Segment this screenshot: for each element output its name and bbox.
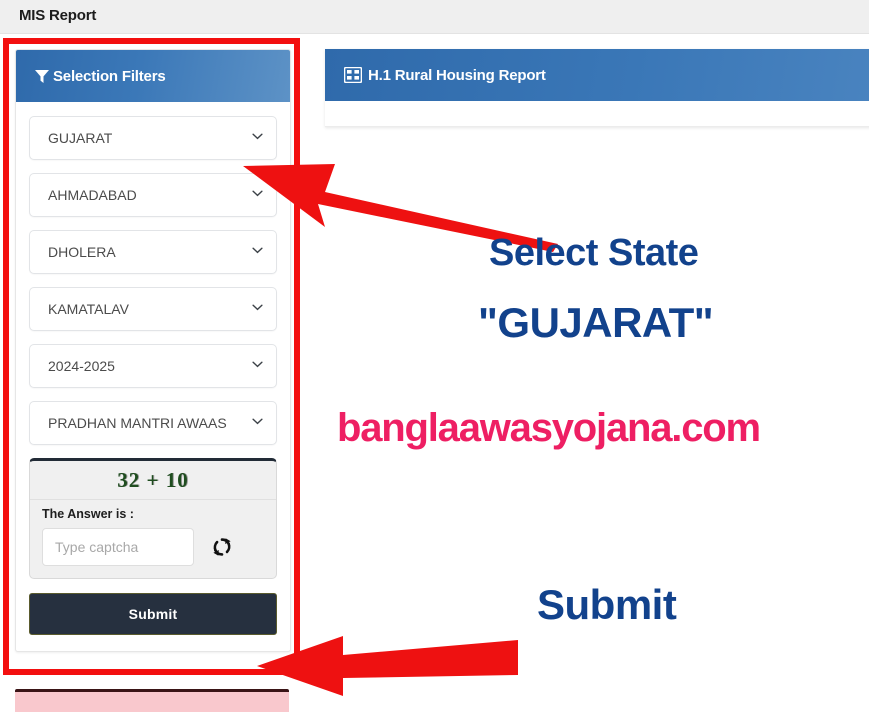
captcha-input-row [42, 528, 264, 566]
red-arrow-pointing-left [257, 636, 518, 696]
report-card-title: H.1 Rural Housing Report [368, 66, 546, 84]
financial-year-select-wrapper: 2024-2025 [29, 344, 277, 388]
selection-filters-card: Selection Filters GUJARAT AHMADABAD DHOL… [15, 49, 291, 652]
refresh-icon[interactable] [211, 536, 233, 558]
block-select[interactable]: DHOLERA [29, 230, 277, 274]
district-select-wrapper: AHMADABAD [29, 173, 277, 217]
panchayat-select-wrapper: KAMATALAV [29, 287, 277, 331]
block-select-wrapper: DHOLERA [29, 230, 277, 274]
panchayat-select[interactable]: KAMATALAV [29, 287, 277, 331]
captcha-answer-row: The Answer is : [30, 500, 276, 578]
page-title: MIS Report [19, 7, 97, 24]
rural-housing-report-card: H.1 Rural Housing Report [325, 49, 869, 127]
table-grid-icon [343, 66, 363, 84]
financial-year-select[interactable]: 2024-2025 [29, 344, 277, 388]
page-canvas: Selection Filters GUJARAT AHMADABAD DHOL… [0, 34, 869, 712]
captcha-block: 32 + 10 The Answer is : [29, 458, 277, 579]
state-select-wrapper: GUJARAT [29, 116, 277, 160]
annotation-select-state-line1: Select State [489, 232, 699, 274]
annotation-submit-callout: Submit [537, 581, 677, 628]
district-select[interactable]: AHMADABAD [29, 173, 277, 217]
state-select[interactable]: GUJARAT [29, 116, 277, 160]
bottom-pink-panel [15, 689, 289, 712]
report-card-body [325, 101, 869, 127]
watermark-text: banglaawasyojana.com [337, 406, 761, 450]
selection-filters-body: GUJARAT AHMADABAD DHOLERA KAMATALAV 2024… [16, 102, 290, 651]
app-top-bar: MIS Report [0, 0, 869, 34]
report-card-header: H.1 Rural Housing Report [325, 49, 869, 101]
scheme-select-wrapper: PRADHAN MANTRI AWAAS [29, 401, 277, 445]
annotation-select-state-line2: "GUJARAT" [478, 299, 714, 346]
captcha-question: 32 + 10 [30, 461, 276, 500]
selection-filters-header: Selection Filters [16, 50, 290, 102]
submit-button[interactable]: Submit [29, 593, 277, 635]
selection-filters-title: Selection Filters [53, 67, 166, 85]
scheme-select[interactable]: PRADHAN MANTRI AWAAS [29, 401, 277, 445]
funnel-filter-icon [34, 68, 50, 84]
captcha-answer-label: The Answer is : [42, 507, 134, 521]
captcha-input[interactable] [42, 528, 194, 566]
